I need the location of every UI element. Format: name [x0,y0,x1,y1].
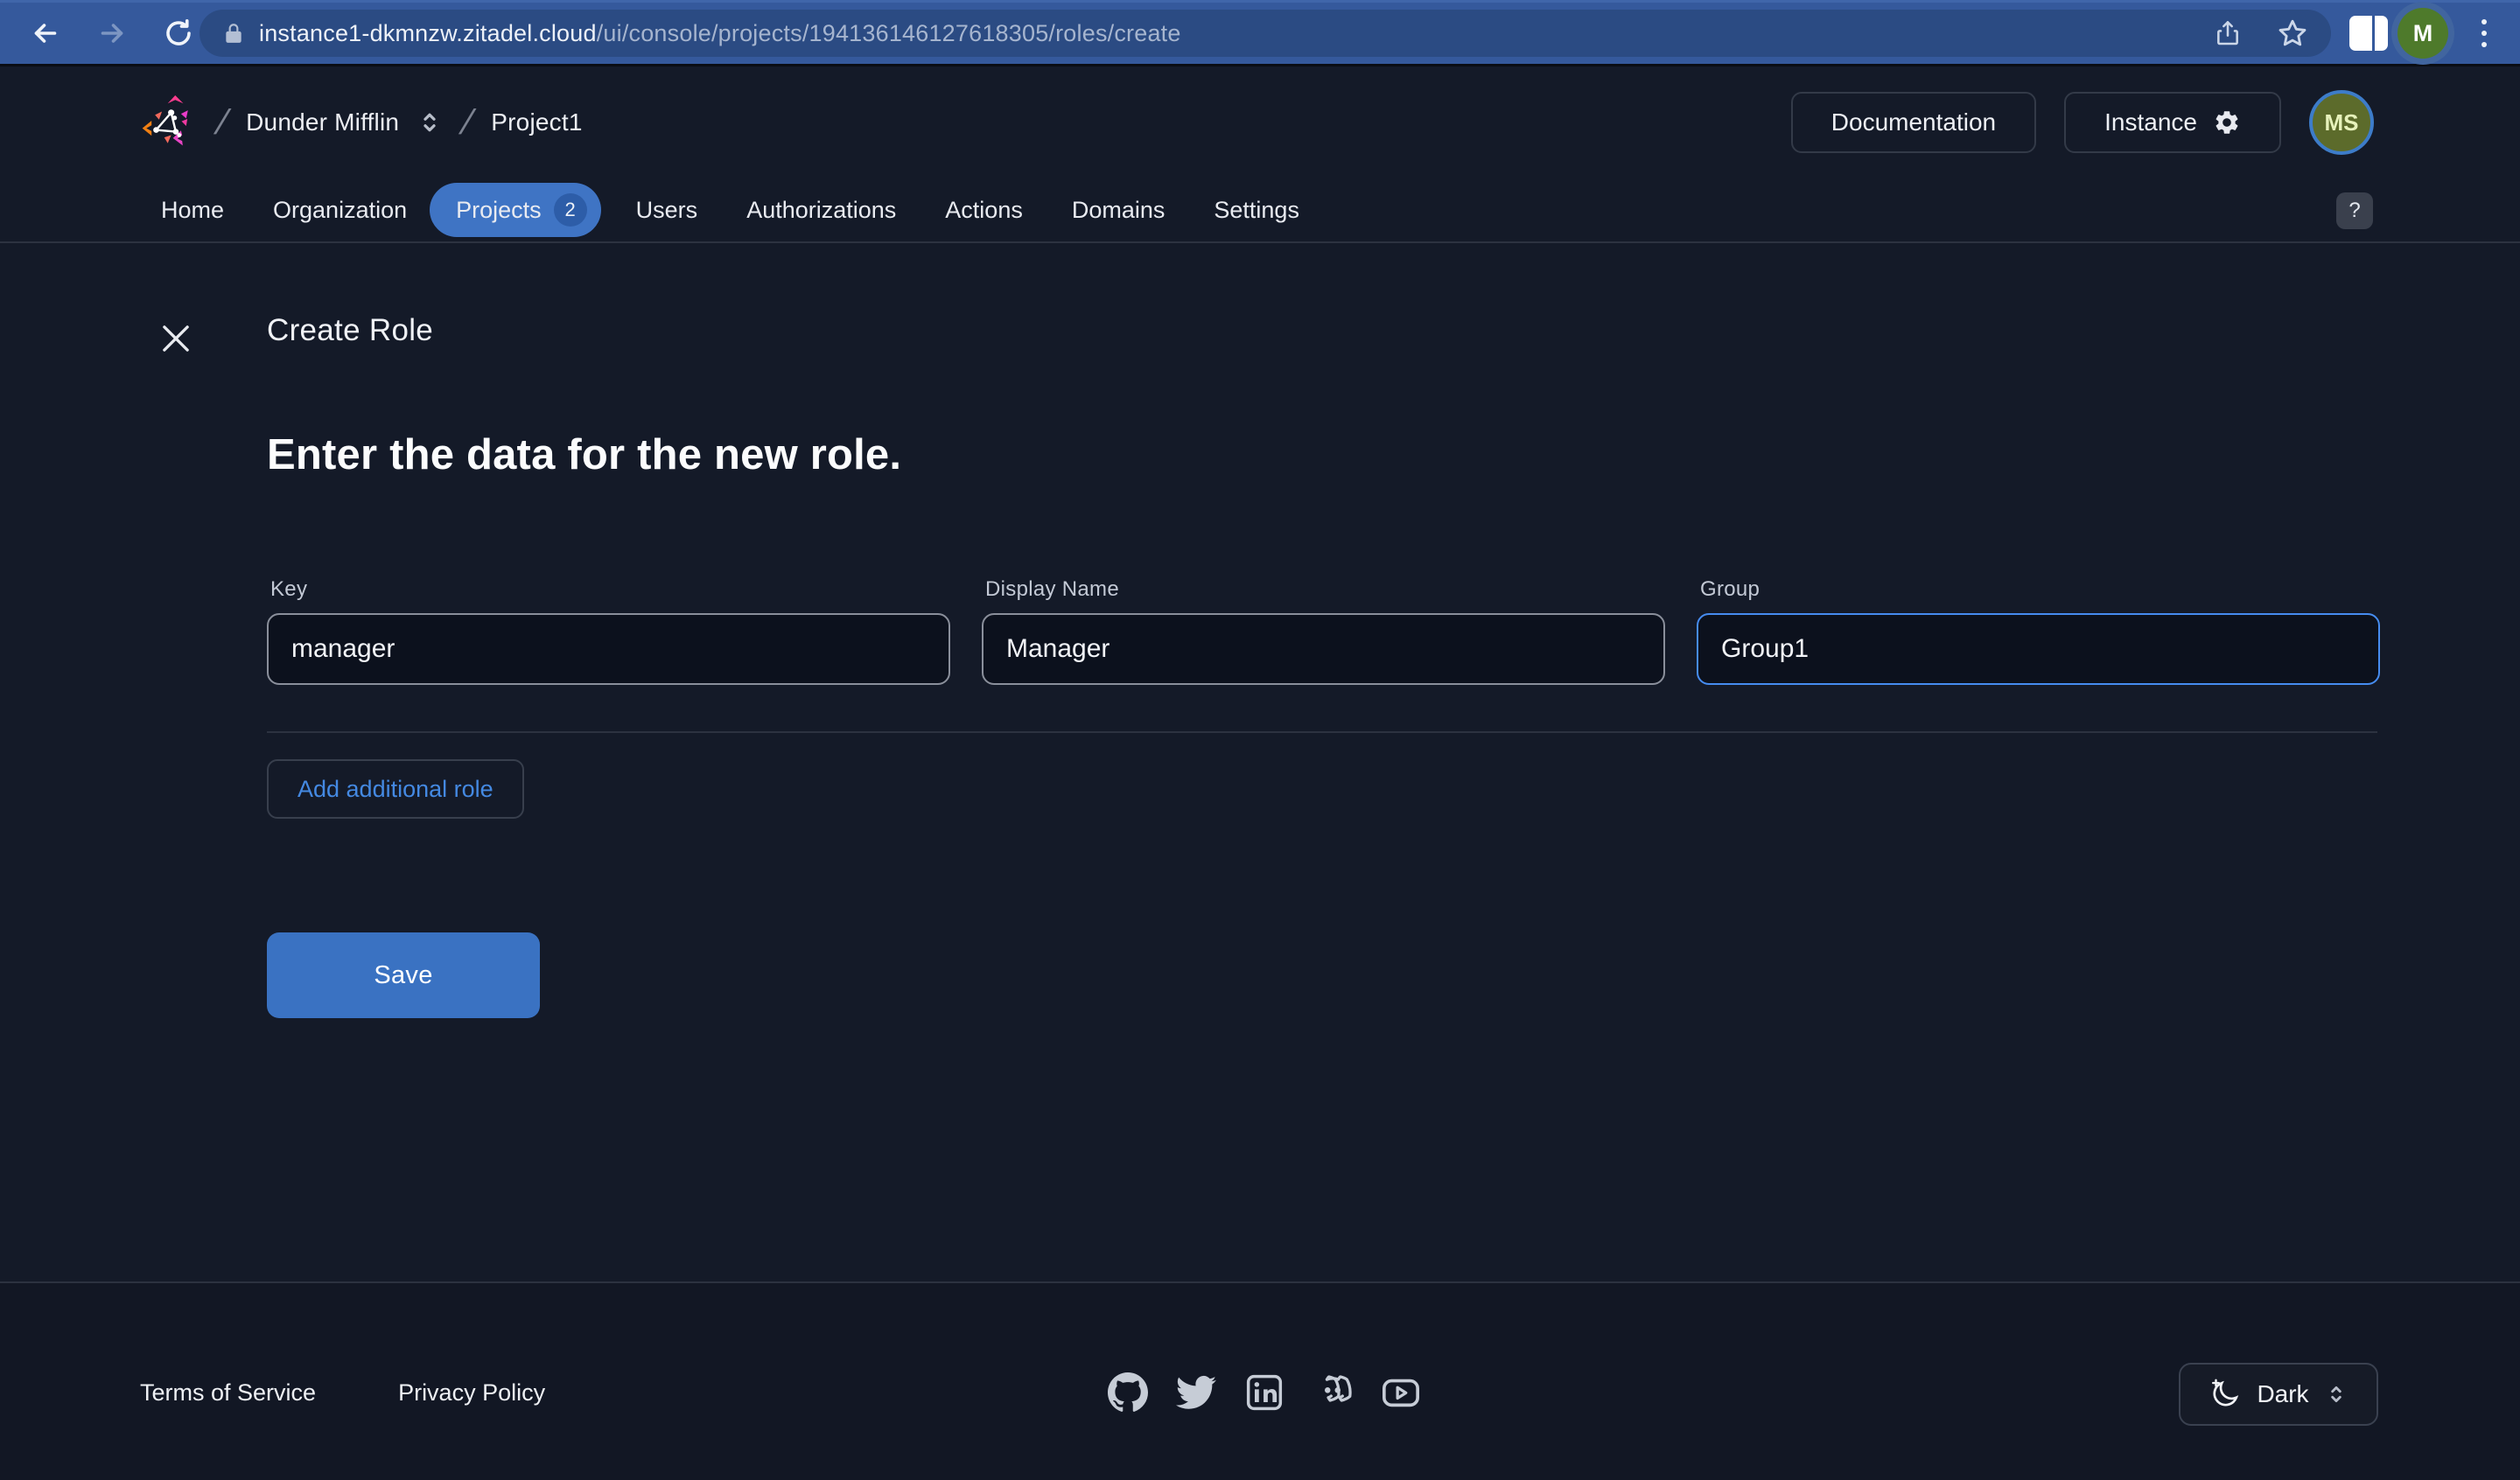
browser-profile-avatar[interactable]: M [2398,8,2448,59]
back-button[interactable] [28,16,63,51]
social-links [1108,1372,1421,1413]
footer: Terms of Service Privacy Policy Dark [0,1281,2520,1480]
forward-button[interactable] [94,16,130,51]
nav-item-home[interactable]: Home [161,197,224,224]
lock-icon [222,22,245,45]
help-button[interactable]: ? [2336,192,2373,229]
star-icon [2277,17,2308,49]
display-name-input[interactable] [982,613,1665,685]
display-name-label: Display Name [985,577,1665,602]
nav-item-settings[interactable]: Settings [1214,197,1299,224]
youtube-link[interactable] [1381,1372,1421,1413]
breadcrumb-separator: / [456,103,479,143]
nav-item-actions[interactable]: Actions [945,197,1023,224]
nav-item-projects-label: Projects [456,197,542,224]
url-text: instance1-dkmnzw.zitadel.cloud/ui/consol… [259,20,1181,47]
key-field-group: Key [267,577,950,685]
nav-item-organization[interactable]: Organization [273,197,407,224]
close-button[interactable] [158,320,194,357]
terms-of-service-link[interactable]: Terms of Service [140,1379,316,1407]
documentation-button[interactable]: Documentation [1791,92,2036,153]
page-title: Create Role [267,313,433,348]
nav-item-authorizations[interactable]: Authorizations [746,197,896,224]
reload-icon [163,17,194,49]
nav-item-projects[interactable]: Projects 2 [430,183,601,237]
group-input[interactable] [1697,613,2380,685]
nav-item-users[interactable]: Users [636,197,698,224]
breadcrumb-separator: / [211,103,234,143]
unfold-more-icon [416,108,443,137]
gear-icon [2213,108,2241,136]
role-form: Key Display Name Group [267,577,2380,685]
theme-label: Dark [2257,1380,2308,1408]
save-button[interactable]: Save [267,932,540,1018]
youtube-icon [1381,1373,1421,1412]
side-panel-icon [2348,15,2389,52]
projects-count-badge: 2 [554,193,587,227]
user-avatar[interactable]: MS [2309,90,2374,155]
dot [2482,19,2487,24]
browser-menu-button[interactable] [2471,16,2497,51]
twitter-link[interactable] [1176,1372,1216,1413]
discord-link[interactable] [1312,1372,1353,1413]
instance-button[interactable]: Instance [2064,92,2281,153]
share-icon [2214,18,2242,48]
github-icon [1108,1372,1148,1413]
forward-icon [96,17,128,49]
main-nav: Home Organization Projects 2 Users Autho… [0,178,2520,243]
back-icon [30,17,61,49]
linkedin-icon [1245,1373,1284,1412]
dot [2482,42,2487,47]
dot [2482,31,2487,36]
zitadel-logo-icon[interactable] [140,94,198,151]
group-label: Group [1700,577,2380,602]
url-path: /ui/console/projects/194136146127618305/… [597,20,1181,46]
bookmark-button[interactable] [2277,17,2308,49]
share-button[interactable] [2214,18,2242,48]
app-header: / Dunder Mifflin / Project1 Documentatio… [0,66,2520,178]
linkedin-link[interactable] [1244,1372,1284,1413]
instance-label: Instance [2104,108,2197,136]
documentation-label: Documentation [1831,108,1996,136]
address-bar[interactable]: instance1-dkmnzw.zitadel.cloud/ui/consol… [200,10,2331,57]
discord-icon [1312,1373,1353,1412]
theme-selector[interactable]: Dark [2179,1363,2378,1426]
key-input[interactable] [267,613,950,685]
form-divider [267,731,2377,733]
theme-unfold-icon [2325,1381,2348,1407]
breadcrumb-project[interactable]: Project1 [491,108,582,136]
url-domain: instance1-dkmnzw.zitadel.cloud [259,20,597,46]
browser-toolbar: instance1-dkmnzw.zitadel.cloud/ui/consol… [0,0,2520,66]
privacy-policy-link[interactable]: Privacy Policy [398,1379,545,1407]
group-field-group: Group [1697,577,2380,685]
dark-mode-moon-icon [2209,1379,2241,1410]
github-link[interactable] [1108,1372,1148,1413]
reload-button[interactable] [161,16,196,51]
nav-item-domains[interactable]: Domains [1072,197,1166,224]
form-heading: Enter the data for the new role. [267,430,901,479]
twitter-icon [1176,1372,1216,1413]
side-panel-button[interactable] [2348,15,2389,52]
org-switcher-button[interactable] [416,108,443,137]
close-icon [158,320,194,357]
add-additional-role-button[interactable]: Add additional role [267,759,524,819]
key-label: Key [270,577,950,602]
breadcrumb-org[interactable]: Dunder Mifflin [246,108,399,136]
display-name-field-group: Display Name [982,577,1665,685]
